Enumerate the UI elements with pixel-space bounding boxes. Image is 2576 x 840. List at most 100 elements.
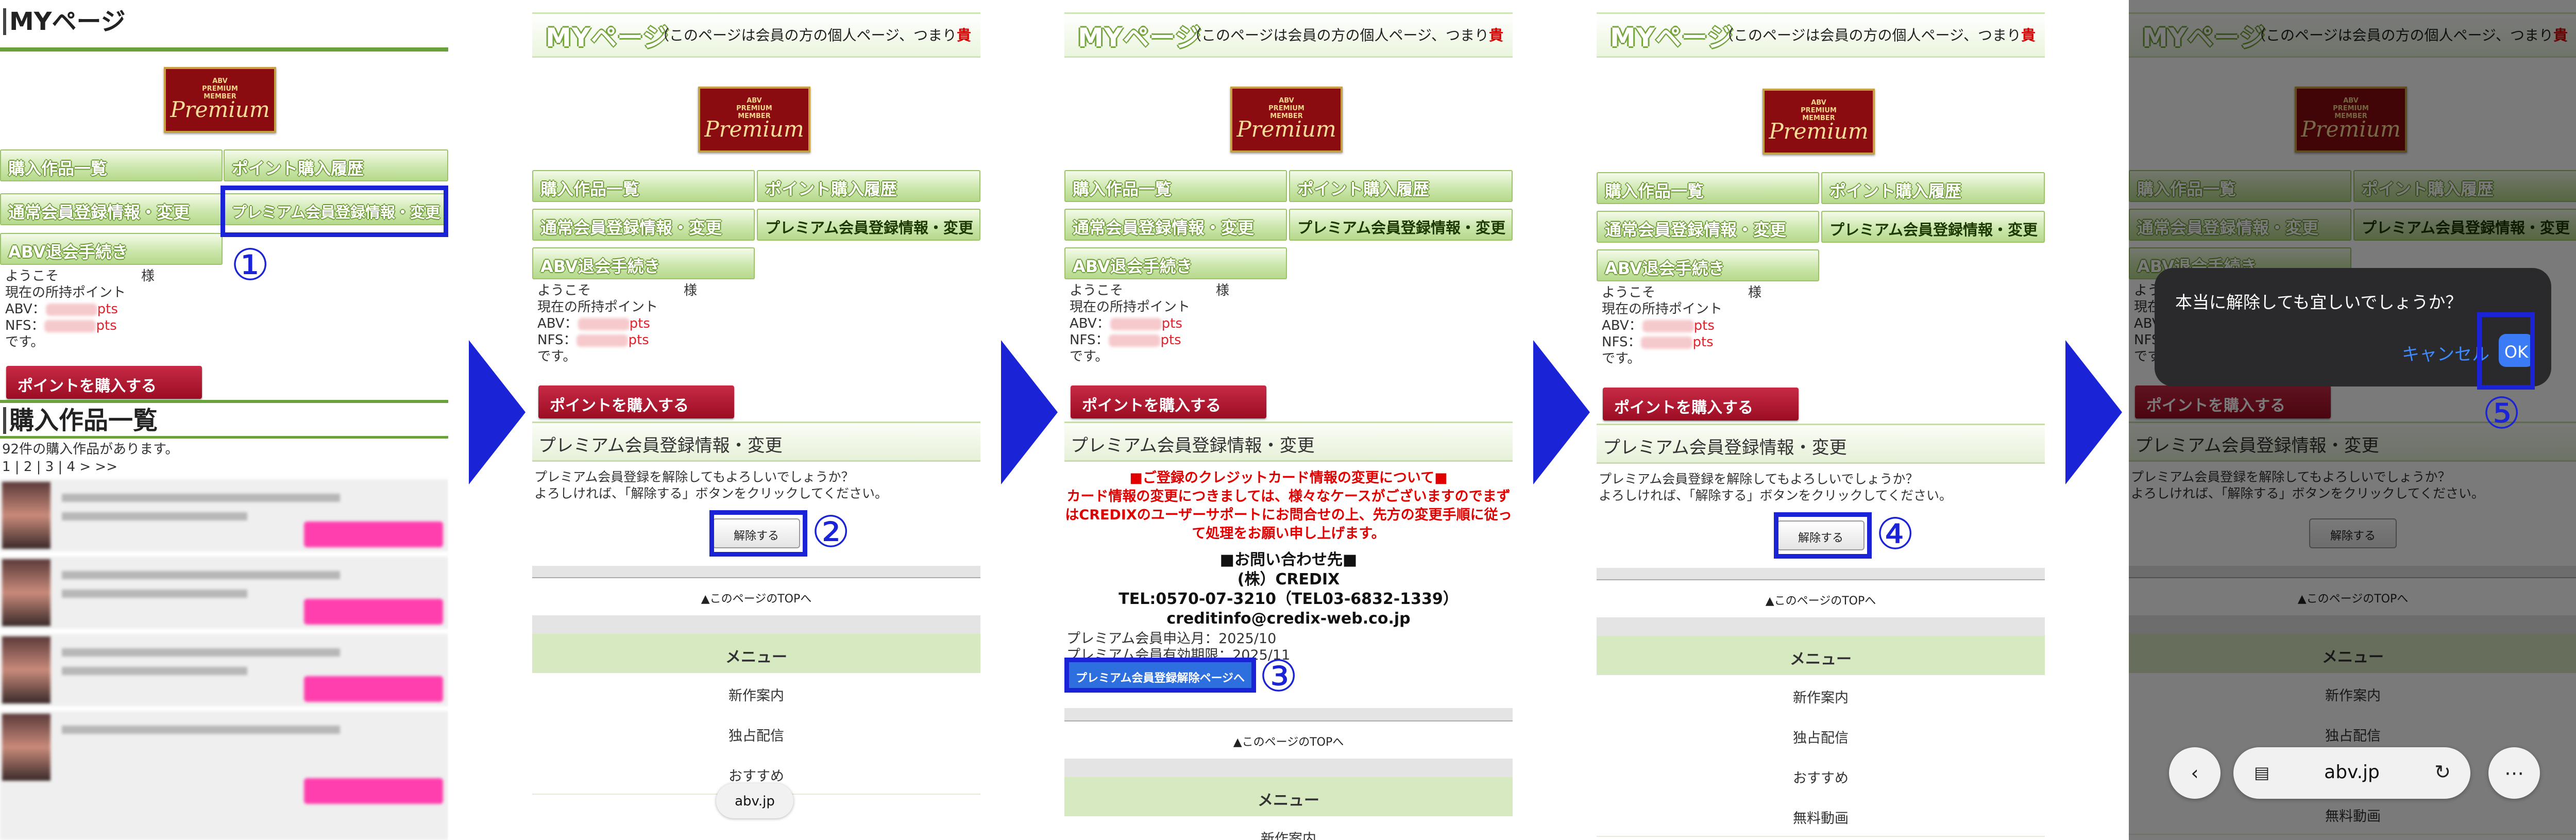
ellipsis-icon: ⋯ bbox=[2504, 762, 2524, 784]
table-row[interactable] bbox=[0, 634, 448, 706]
premium-logo: ABVPREMIUMMEMBER Premium bbox=[1762, 89, 1875, 155]
nav-regular-member[interactable]: 通常会員登録情報・変更 bbox=[0, 193, 223, 225]
screenshot-step-3: MYページ （このページは会員の方の個人ページ、つまり貴 ABV PREMIUM M… bbox=[1064, 0, 1513, 840]
reload-icon[interactable]: ↻ bbox=[2434, 761, 2451, 783]
menu-item-new-releases[interactable]: 新作案内 bbox=[1064, 816, 1513, 840]
page-title: MYページ bbox=[1610, 23, 1734, 53]
play-button[interactable] bbox=[304, 778, 443, 804]
menu-item-exclusive[interactable]: 独占配信 bbox=[532, 713, 980, 754]
table-row[interactable] bbox=[0, 711, 448, 840]
page-header: MYページ （このページは会員の方の個人ページ、つまり貴 bbox=[532, 12, 980, 58]
nav-purchased[interactable]: 購入作品一覧 bbox=[0, 149, 223, 181]
screenshot-step-5: MYページ （このページは会員の方の個人ページ、つまり貴 ABVPREMIUMM… bbox=[2129, 0, 2576, 840]
buy-points-button[interactable]: ポイントを購入する bbox=[1071, 385, 1266, 418]
header-note: （このページは会員の方の個人ページ、つまり貴 bbox=[1719, 27, 2036, 44]
thumbnail-image bbox=[2, 482, 50, 549]
address-bar[interactable]: ▤ abv.jp ↻ bbox=[2233, 747, 2470, 799]
header-note: （このページは会員の方の個人ページ、つまり貴 bbox=[1187, 27, 1504, 44]
premium-logo: ABVPREMIUMMEMBER Premium bbox=[164, 67, 276, 133]
nav-regular-member[interactable]: 通常会員登録情報・変更 bbox=[1597, 211, 1819, 243]
next-arrow-icon bbox=[1001, 340, 1058, 484]
page-header: MYページ （このページは会員の方の個人ページ、つまり貴 bbox=[1064, 12, 1513, 58]
nav-premium-member[interactable]: プレミアム会員登録情報・変更 bbox=[757, 209, 980, 241]
nav-regular-member[interactable]: 通常会員登録情報・変更 bbox=[1064, 209, 1287, 241]
nav-points-history[interactable]: ポイント購入履歴 bbox=[1821, 172, 2045, 204]
menu-heading: メニュー bbox=[1597, 636, 2045, 675]
buy-points-button[interactable]: ポイントを購入する bbox=[6, 366, 202, 399]
nav-withdraw[interactable]: ABV退会手続き bbox=[1064, 247, 1287, 279]
nav-premium-member[interactable]: プレミアム会員登録情報・変更 bbox=[1289, 209, 1513, 241]
nav-withdraw[interactable]: ABV退会手続き bbox=[1597, 249, 1819, 281]
menu-heading: メニュー bbox=[1064, 777, 1513, 816]
next-arrow-icon bbox=[469, 340, 526, 484]
pager-page-1[interactable]: 1 bbox=[2, 459, 11, 475]
next-arrow-icon bbox=[2065, 340, 2122, 484]
screenshot-step-4: MYページ （このページは会員の方の個人ページ、つまり貴 ABV PREMIUM M… bbox=[1597, 0, 2045, 840]
thumbnail-image bbox=[2, 636, 50, 703]
section-underline bbox=[0, 436, 448, 439]
more-button[interactable]: ⋯ bbox=[2488, 747, 2540, 799]
pager-last[interactable]: >> bbox=[95, 459, 117, 475]
play-button[interactable] bbox=[304, 676, 443, 702]
buy-points-button[interactable]: ポイントを購入する bbox=[1603, 388, 1799, 421]
nav-points-history[interactable]: ポイント購入履歴 bbox=[224, 149, 448, 181]
nav-premium-member[interactable]: プレミアム会員登録情報・変更 bbox=[1821, 211, 2045, 243]
page-header: MYページ （このページは会員の方の個人ページ、つまり貴 bbox=[1597, 12, 2045, 58]
section-divider bbox=[0, 400, 448, 403]
menu-item-exclusive[interactable]: 独占配信 bbox=[1597, 715, 2045, 757]
step-number-5: ⑤ bbox=[2482, 388, 2521, 439]
page-title: MYページ bbox=[546, 23, 669, 53]
buy-points-button[interactable]: ポイントを購入する bbox=[538, 385, 734, 418]
back-button[interactable]: ‹ bbox=[2169, 747, 2221, 799]
account-info: ようこそ様 現在の所持ポイント ABV：pts NFS：pts です。 bbox=[1070, 283, 1230, 364]
table-row[interactable] bbox=[0, 557, 448, 629]
cancel-confirm-text: プレミアム会員登録を解除してもよろしいでしょうか？ よろしければ、「解除する」ボ… bbox=[534, 469, 888, 501]
page-title: MYページ bbox=[1078, 23, 1201, 53]
nav-purchased[interactable]: 購入作品一覧 bbox=[1597, 172, 1819, 204]
cancel-confirm-text: プレミアム会員登録を解除してもよろしいでしょうか？ よろしければ、「解除する」ボ… bbox=[1599, 472, 1953, 503]
contact-info: ■お問い合わせ先■ (株）CREDIX TEL:0570-07-3210（TEL… bbox=[1118, 551, 1459, 628]
nav-withdraw[interactable]: ABV退会手続き bbox=[0, 233, 223, 265]
nav-purchased[interactable]: 購入作品一覧 bbox=[1064, 170, 1287, 202]
menu-item-new-releases[interactable]: 新作案内 bbox=[1597, 675, 2045, 716]
step-highlight-5 bbox=[2477, 312, 2535, 390]
menu-item-recommended[interactable]: おすすめ bbox=[1597, 755, 2045, 797]
divider bbox=[1597, 617, 2045, 636]
table-row[interactable] bbox=[0, 479, 448, 551]
premium-section-heading: プレミアム会員登録情報・変更 bbox=[532, 422, 980, 462]
pager-page-3[interactable]: 3 bbox=[45, 459, 54, 475]
account-info: ようこそ様 現在の所持ポイント ABV：pts NFS：pts です。 bbox=[537, 283, 698, 364]
divider bbox=[1064, 708, 1513, 720]
step-highlight-3 bbox=[1064, 658, 1256, 693]
to-top-link[interactable]: ▲このページのTOPへ bbox=[1597, 579, 2045, 618]
step-number-4: ④ bbox=[1876, 509, 1915, 559]
premium-section-heading: プレミアム会員登録情報・変更 bbox=[1597, 424, 2045, 464]
thumbnail-image bbox=[2, 714, 50, 781]
dialog-cancel-button[interactable]: キャンセル bbox=[2402, 340, 2489, 365]
purchased-count: 92件の購入作品があります。 bbox=[2, 442, 179, 457]
nav-regular-member[interactable]: 通常会員登録情報・変更 bbox=[532, 209, 755, 241]
step-number-2: ② bbox=[811, 507, 851, 557]
nav-points-history[interactable]: ポイント購入履歴 bbox=[757, 170, 980, 202]
screenshot-step-1: MYページ ABV PREMIUM MEMBER Premium 購入作品一覧 ポイ… bbox=[0, 0, 448, 840]
menu-item-free-videos[interactable]: 無料動画 bbox=[1597, 796, 2045, 837]
pager-next[interactable]: > bbox=[79, 459, 91, 475]
nav-points-history[interactable]: ポイント購入履歴 bbox=[1289, 170, 1513, 202]
header-note: （このページは会員の方の個人ページ、つまり貴 bbox=[655, 27, 972, 44]
page-title: MYページ bbox=[3, 8, 126, 35]
to-top-link[interactable]: ▲このページのTOPへ bbox=[532, 577, 980, 616]
pager-page-4[interactable]: 4 bbox=[67, 459, 76, 475]
url-pill[interactable]: abv.jp bbox=[716, 783, 793, 818]
screenshot-step-2: MYページ （このページは会員の方の個人ページ、つまり貴 ABV PREMIUM M… bbox=[532, 0, 980, 840]
to-top-link[interactable]: ▲このページのTOPへ bbox=[1064, 720, 1513, 760]
play-button[interactable] bbox=[304, 522, 443, 547]
premium-logo: ABVPREMIUMMEMBER Premium bbox=[1230, 87, 1343, 153]
premium-section-heading: プレミアム会員登録情報・変更 bbox=[1064, 422, 1513, 462]
menu-item-new-releases[interactable]: 新作案内 bbox=[532, 673, 980, 714]
play-button[interactable] bbox=[304, 599, 443, 625]
nav-withdraw[interactable]: ABV退会手続き bbox=[532, 247, 755, 279]
next-arrow-icon bbox=[1533, 340, 1590, 484]
account-info: ようこそ様 現在の所持ポイント ABV：pts NFS：pts です。 bbox=[5, 268, 155, 350]
pager-page-2[interactable]: 2 bbox=[24, 459, 32, 475]
nav-purchased[interactable]: 購入作品一覧 bbox=[532, 170, 755, 202]
